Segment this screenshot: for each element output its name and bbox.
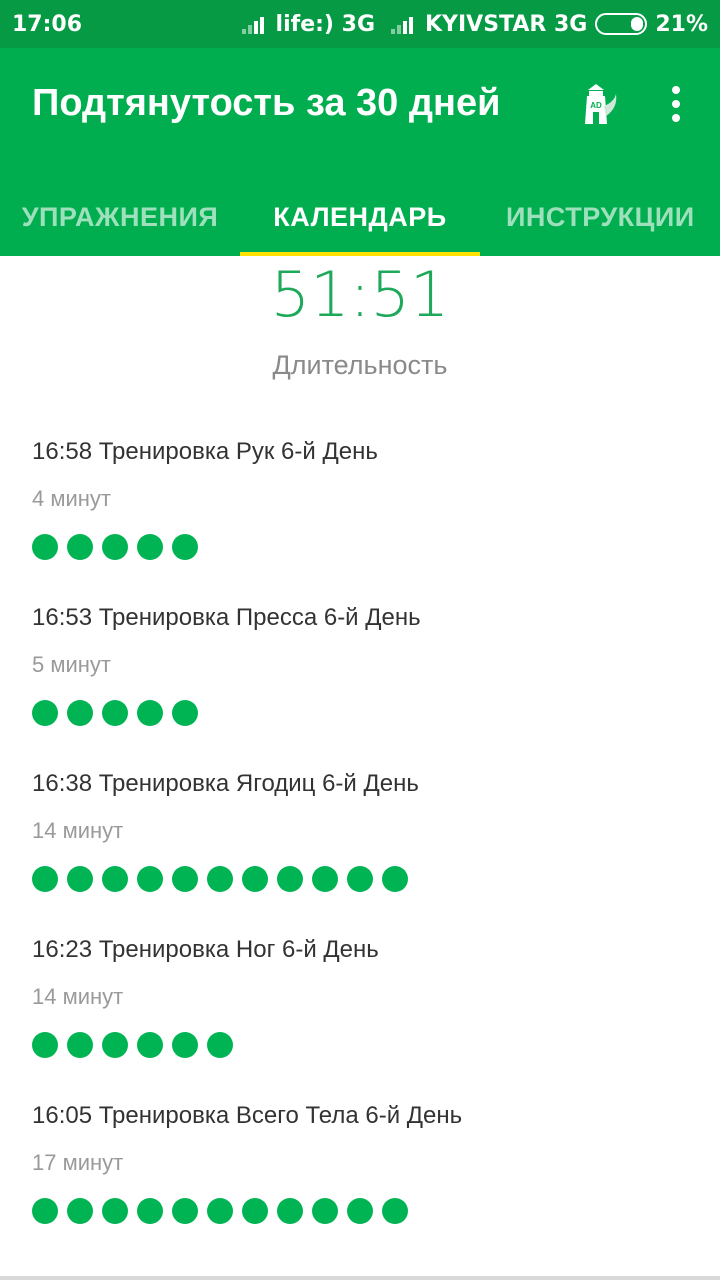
exercise-dot [102,866,128,892]
workout-title: 16:38 Тренировка Ягодиц 6-й День [32,770,419,797]
exercise-dot [102,534,128,560]
total-duration-value: 51:51 [270,258,450,331]
workout-item[interactable]: 16:05 Тренировка Всего Тела 6-й День 17 м… [32,1102,688,1268]
exercise-dot [277,1198,303,1224]
exercise-dot [172,1198,198,1224]
exercise-dot [67,1198,93,1224]
exercise-dot [172,866,198,892]
exercise-dot [382,1198,408,1224]
exercise-dot [67,700,93,726]
workout-item[interactable]: 16:23 Тренировка Ног 6-й День 14 минут [32,936,688,1102]
exercise-dot [137,866,163,892]
exercise-dot [277,866,303,892]
exercise-dot [32,866,58,892]
bottom-divider [0,1276,720,1280]
exercise-dot [67,1032,93,1058]
exercise-dot [102,1198,128,1224]
exercise-dot [242,1198,268,1224]
status-time: 17:06 [12,11,83,37]
ad-tower-icon[interactable]: AD [574,82,618,126]
exercise-dot [137,1032,163,1058]
workout-title: 16:05 Тренировка Всего Тела 6-й День [32,1102,463,1129]
exercise-dot [32,534,58,560]
exercise-dot [382,866,408,892]
carrier2-label: KYIVSTAR 3G [425,11,588,37]
exercise-dot [207,1032,233,1058]
carrier1-label: life:) 3G [275,11,375,37]
total-duration-label: Длительность [272,350,448,380]
app-bar: Подтянутость за 30 дней AD УПРАЖНЕНИЯ КА… [0,48,720,256]
status-right: life:) 3G KYIVSTAR 3G 21% [241,11,708,37]
workout-item[interactable]: 16:58 Тренировка Рук 6-й День 4 минут [32,438,688,604]
exercise-dot [347,1198,373,1224]
exercise-dot [312,1198,338,1224]
workout-title: 16:53 Тренировка Пресса 6-й День [32,604,421,631]
exercise-dot [102,700,128,726]
workout-dots [32,866,408,892]
svg-text:AD: AD [590,101,602,110]
status-bar: 17:06 life:) 3G KYIVSTAR 3G 21% [0,0,720,48]
workout-duration: 5 минут [32,652,111,677]
workout-duration: 14 минут [32,984,124,1009]
workout-item[interactable]: 16:38 Тренировка Ягодиц 6-й День 14 минут [32,770,688,936]
workout-dots [32,1032,233,1058]
more-vert-icon[interactable] [662,84,690,124]
exercise-dot [67,866,93,892]
workout-duration: 4 минут [32,486,111,511]
exercise-dot [312,866,338,892]
workout-item[interactable]: 16:53 Тренировка Пресса 6-й День 5 минут [32,604,688,770]
exercise-dot [137,1198,163,1224]
workout-title: 16:58 Тренировка Рук 6-й День [32,438,378,465]
exercise-dot [102,1032,128,1058]
battery-icon [595,13,648,35]
exercise-dot [172,534,198,560]
app-title: Подтянутость за 30 дней [32,82,501,124]
battery-percent: 21% [655,11,708,37]
workout-duration: 17 минут [32,1150,124,1175]
exercise-dot [172,1032,198,1058]
workout-dots [32,534,198,560]
workout-title: 16:23 Тренировка Ног 6-й День [32,936,379,963]
exercise-dot [207,1198,233,1224]
exercise-dot [242,866,268,892]
tab-bar: УПРАЖНЕНИЯ КАЛЕНДАРЬ ИНСТРУКЦИИ [0,178,720,256]
exercise-dot [67,534,93,560]
tab-indicator [240,252,480,256]
exercise-dot [347,866,373,892]
exercise-dot [32,1198,58,1224]
exercise-dot [32,1032,58,1058]
workout-dots [32,700,198,726]
exercise-dot [32,700,58,726]
workout-list: 16:58 Тренировка Рук 6-й День 4 минут 16:5… [32,438,688,1268]
workout-duration: 14 минут [32,818,124,843]
exercise-dot [172,700,198,726]
tab-exercises[interactable]: УПРАЖНЕНИЯ [0,178,240,256]
tab-instructions[interactable]: ИНСТРУКЦИИ [480,178,720,256]
signal-icon [391,14,417,34]
signal-icon [241,14,268,34]
exercise-dot [207,866,233,892]
exercise-dot [137,534,163,560]
exercise-dot [137,700,163,726]
tab-calendar[interactable]: КАЛЕНДАРЬ [240,178,480,256]
workout-dots [32,1198,408,1224]
